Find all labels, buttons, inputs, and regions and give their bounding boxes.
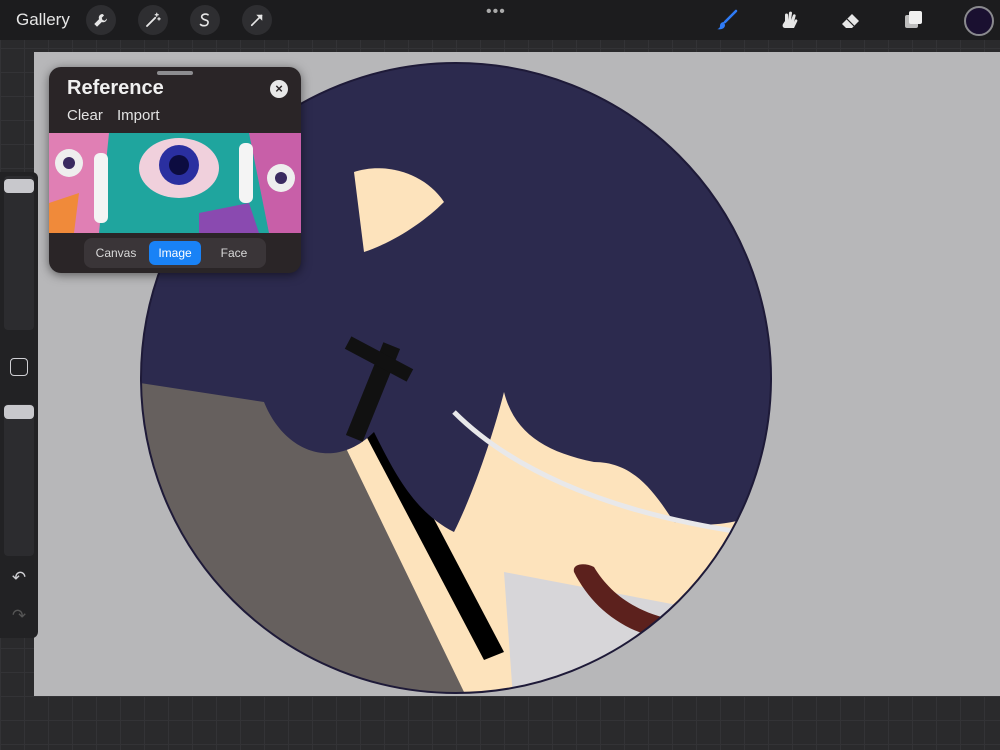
selection-icon[interactable]: [190, 5, 220, 35]
tab-image[interactable]: Image: [149, 241, 201, 265]
panel-title: Reference: [67, 77, 164, 99]
reference-mode-selector: Canvas Image Face: [84, 238, 266, 268]
transform-arrow-icon[interactable]: [242, 5, 272, 35]
gallery-button[interactable]: Gallery: [16, 10, 70, 30]
left-sidebar: ↶ ↷: [0, 172, 38, 638]
opacity-thumb[interactable]: [4, 405, 34, 419]
more-options-button[interactable]: •••: [486, 3, 506, 21]
redo-icon[interactable]: ↷: [9, 606, 29, 626]
import-button[interactable]: Import: [117, 107, 160, 124]
reference-image: [49, 133, 301, 233]
brush-icon[interactable]: [712, 6, 742, 34]
tab-face[interactable]: Face: [206, 241, 262, 265]
undo-icon[interactable]: ↶: [9, 568, 29, 588]
color-picker-button[interactable]: [964, 6, 994, 36]
smudge-icon[interactable]: [774, 6, 804, 34]
top-toolbar: Gallery •••: [0, 0, 1000, 40]
wrench-icon[interactable]: [86, 5, 116, 35]
modify-button[interactable]: [10, 358, 28, 376]
layers-icon[interactable]: [898, 6, 928, 34]
eraser-icon[interactable]: [836, 6, 866, 34]
opacity-slider[interactable]: [4, 404, 34, 556]
tab-canvas[interactable]: Canvas: [88, 241, 144, 265]
magic-wand-icon[interactable]: [138, 5, 168, 35]
reference-panel: Reference × Clear Import Canvas Image Fa…: [49, 67, 301, 273]
brush-size-slider[interactable]: [4, 176, 34, 330]
brush-size-thumb[interactable]: [4, 179, 34, 193]
close-icon[interactable]: ×: [270, 80, 288, 98]
panel-drag-handle[interactable]: [157, 71, 193, 75]
clear-button[interactable]: Clear: [67, 107, 103, 124]
